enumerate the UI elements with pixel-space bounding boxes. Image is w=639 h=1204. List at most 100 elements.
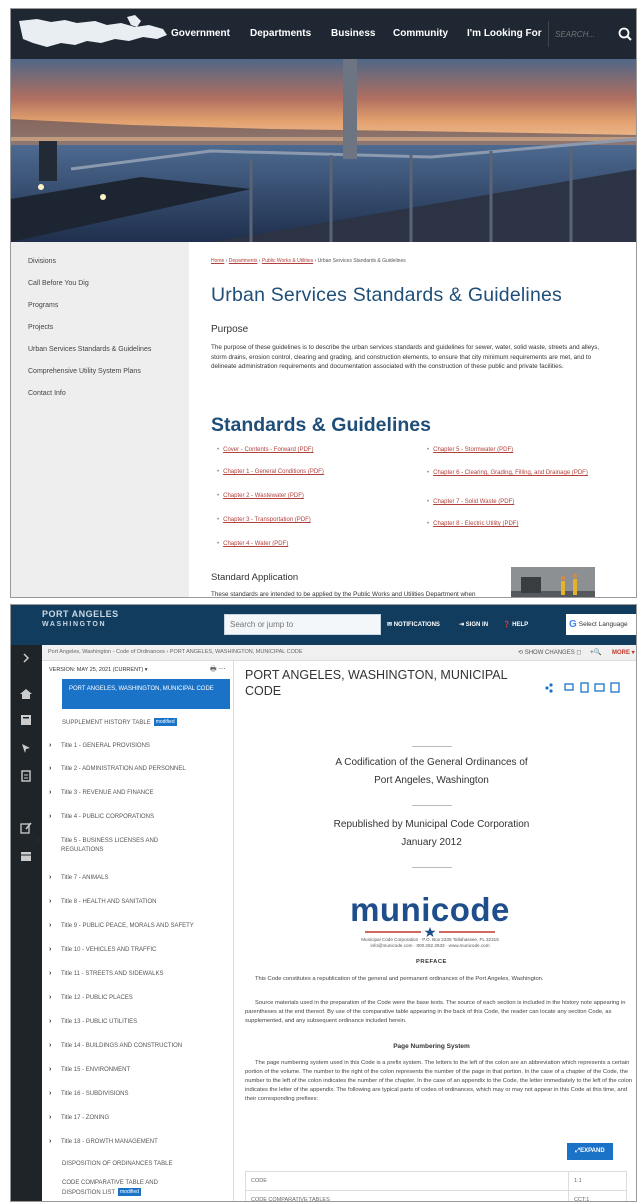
toc-item-title-11[interactable]: › Title 11 - STREETS AND SIDEWALKS bbox=[49, 969, 229, 979]
toc-item-title-13[interactable]: › Title 13 - PUBLIC UTILITIES bbox=[49, 1017, 229, 1027]
toc-item-title-5[interactable]: › Title 5 - BUSINESS LICENSES AND REGULAT… bbox=[37, 836, 179, 855]
preface-paragraph-2: Source materials used in the preparation… bbox=[245, 1000, 626, 1024]
nav-looking-for[interactable]: I'm Looking For bbox=[467, 9, 542, 59]
chevron-right-icon: › bbox=[49, 1018, 52, 1025]
home-icon[interactable] bbox=[19, 687, 33, 701]
left-icon-rail bbox=[11, 645, 42, 1201]
chevron-right-icon: › bbox=[49, 1114, 52, 1121]
toc-item-title-3[interactable]: › Title 3 - REVENUE AND FINANCE bbox=[49, 788, 229, 798]
toc-item-title-14[interactable]: › Title 14 - BUILDINGS AND CONSTRUCTION bbox=[49, 1041, 229, 1051]
table-icon[interactable] bbox=[19, 849, 33, 863]
doc-link-chapter-3[interactable]: • Chapter 3 - Transportation (PDF) bbox=[217, 517, 324, 541]
breadcrumb-bar: Port Angeles, Washington - Code of Ordin… bbox=[42, 645, 636, 661]
download-icon[interactable] bbox=[580, 682, 589, 693]
pin-icon[interactable] bbox=[19, 741, 33, 755]
sidebar-item-call-before-you-dig[interactable]: Call Before You Dig bbox=[11, 278, 189, 300]
document-icon[interactable] bbox=[19, 769, 33, 783]
toc-item-title-4[interactable]: › Title 4 - PUBLIC CORPORATIONS bbox=[49, 812, 229, 822]
chevron-right-icon: › bbox=[37, 837, 40, 844]
doc-link-chapter-7[interactable]: • Chapter 7 - Solid Waste (PDF) bbox=[427, 499, 617, 521]
share-icon[interactable] bbox=[545, 683, 553, 693]
breadcrumb-public-works[interactable]: Public Works & Utilities bbox=[262, 258, 313, 264]
more-dots-icon[interactable]: ⋯ bbox=[219, 666, 226, 673]
site-search-input[interactable] bbox=[548, 21, 614, 47]
compare-icon[interactable] bbox=[610, 682, 620, 693]
toc-item-title-8[interactable]: › Title 8 - HEALTH AND SANITATION bbox=[49, 897, 229, 907]
page-numbering-heading: Page Numbering System bbox=[393, 1043, 470, 1050]
subpage-sidebar: Divisions Call Before You Dig Programs P… bbox=[11, 242, 189, 597]
print-icon[interactable] bbox=[564, 683, 574, 691]
chevron-right-icon: › bbox=[49, 922, 52, 929]
page-title: Urban Services Standards & Guidelines bbox=[211, 284, 562, 306]
toc-item-title-9[interactable]: › Title 9 - PUBLIC PEACE, MORALS AND SAFE… bbox=[49, 921, 229, 931]
sidebar-item-projects[interactable]: Projects bbox=[11, 322, 189, 344]
breadcrumb-home[interactable]: Home bbox=[211, 258, 224, 264]
nav-business[interactable]: Business bbox=[331, 9, 375, 59]
toc-item-title-12[interactable]: › Title 12 - PUBLIC PLACES bbox=[49, 993, 229, 1003]
toc-item-title-16[interactable]: › Title 16 - SUBDIVISIONS bbox=[49, 1089, 229, 1099]
standard-application-text: These standards are intended to be appli… bbox=[211, 591, 476, 598]
version-selector[interactable]: VERSION: MAY 25, 2021 (CURRENT) ▾ bbox=[49, 667, 148, 673]
standards-heading: Standards & Guidelines bbox=[211, 414, 431, 436]
toc-item-municipal-code[interactable]: PORT ANGELES, WASHINGTON, MUNICIPAL CODE bbox=[62, 679, 230, 709]
chevron-right-icon: › bbox=[49, 898, 52, 905]
sign-in-button[interactable]: ⇥ SIGN IN bbox=[459, 619, 488, 631]
edit-icon[interactable] bbox=[19, 821, 33, 835]
show-changes-toggle[interactable]: ⟲ SHOW CHANGES ◻ bbox=[518, 649, 581, 656]
print-icon[interactable]: 🖶 bbox=[210, 666, 217, 673]
peninsula-map-logo[interactable] bbox=[17, 13, 169, 55]
toc-item-title-10[interactable]: › Title 10 - VEHICLES AND TRAFFIC bbox=[49, 945, 229, 955]
sign-in-icon: ⇥ bbox=[459, 622, 465, 628]
select-language-button[interactable]: G Select Language bbox=[566, 614, 636, 635]
toc-item-disposition-table[interactable]: DISPOSITION OF ORDINANCES TABLE bbox=[62, 1160, 242, 1169]
zoom-control[interactable]: +🔍 bbox=[590, 648, 602, 656]
chevron-right-icon: › bbox=[49, 1090, 52, 1097]
toc-toolbar: 🖶 ⋯ bbox=[210, 665, 226, 676]
toc-item-comparative-table[interactable]: CODE COMPARATIVE TABLE AND DISPOSITION L… bbox=[62, 1179, 192, 1198]
toc-item-title-1[interactable]: › Title 1 - GENERAL PROVISIONS bbox=[49, 741, 229, 751]
expand-button[interactable]: ⤢EXPAND bbox=[567, 1143, 613, 1160]
municode-screenshot: PORT ANGELES WASHINGTON ✉ NOTIFICATIONS … bbox=[10, 604, 637, 1202]
help-button[interactable]: ❓ HELP bbox=[503, 619, 528, 631]
more-menu[interactable]: MORE ▾ bbox=[612, 649, 635, 656]
sidebar-item-programs[interactable]: Programs bbox=[11, 300, 189, 322]
google-icon: G bbox=[569, 619, 577, 630]
breadcrumb-departments[interactable]: Departments bbox=[229, 258, 258, 264]
nav-departments[interactable]: Departments bbox=[250, 9, 311, 59]
toc-item-supplement-history[interactable]: SUPPLEMENT HISTORY TABLE modified bbox=[62, 718, 242, 728]
doc-link-cover[interactable]: • Cover - Contents - Forward (PDF) bbox=[217, 447, 324, 469]
nav-community[interactable]: Community bbox=[393, 9, 448, 59]
toc-item-title-15[interactable]: › Title 15 - ENVIRONMENT bbox=[49, 1065, 229, 1075]
prefix-table: CODE 1:1 CODE COMPARATIVE TABLES CCT:1 bbox=[245, 1171, 627, 1201]
sidebar-item-contact-info[interactable]: Contact Info bbox=[11, 388, 189, 410]
sidebar-item-urban-services[interactable]: Urban Services Standards & Guidelines bbox=[11, 344, 189, 366]
search-icon[interactable] bbox=[614, 21, 636, 47]
logo-state-name: WASHINGTON bbox=[42, 621, 107, 628]
nav-government[interactable]: Government bbox=[171, 9, 230, 59]
document-toolbar bbox=[545, 682, 620, 693]
code-search-input[interactable] bbox=[224, 614, 381, 635]
documents-list-left: • Cover - Contents - Forward (PDF) • Chapt… bbox=[217, 447, 324, 561]
port-angeles-logo[interactable]: PORT ANGELES WASHINGTON bbox=[42, 609, 142, 641]
book-icon[interactable] bbox=[19, 713, 33, 727]
toc-item-title-2[interactable]: › Title 2 - ADMINISTRATION AND PERSONNEL bbox=[49, 764, 229, 774]
doc-link-chapter-2[interactable]: • Chapter 2 - Wastewater (PDF) bbox=[217, 493, 324, 517]
chevron-right-icon[interactable] bbox=[19, 651, 33, 665]
notifications-button[interactable]: ✉ NOTIFICATIONS bbox=[387, 619, 440, 631]
doc-link-chapter-1[interactable]: • Chapter 1 - General Conditions (PDF) bbox=[217, 469, 324, 493]
code-breadcrumb[interactable]: Port Angeles, Washington - Code of Ordin… bbox=[48, 649, 303, 655]
zoom-icon: +🔍 bbox=[590, 649, 602, 656]
email-icon[interactable] bbox=[594, 683, 605, 692]
toc-item-title-18[interactable]: › Title 18 - GROWTH MANAGEMENT bbox=[49, 1137, 229, 1147]
toc-item-title-7[interactable]: › Title 7 - ANIMALS bbox=[49, 873, 229, 883]
doc-link-chapter-8[interactable]: • Chapter 8 - Electric Utility (PDF) bbox=[427, 521, 617, 541]
doc-link-chapter-4[interactable]: • Chapter 4 - Water (PDF) bbox=[217, 541, 324, 561]
toc-item-title-17[interactable]: › Title 17 - ZONING bbox=[49, 1113, 229, 1123]
doc-link-chapter-5[interactable]: • Chapter 5 - Stormwater (PDF) bbox=[427, 447, 617, 469]
help-icon: ❓ bbox=[503, 622, 511, 628]
doc-link-chapter-6[interactable]: • Chapter 6 - Clearing, Grading, Filling,… bbox=[427, 469, 617, 499]
main-content: Home › Departments › Public Works & Util… bbox=[211, 242, 631, 598]
sidebar-item-utility-plans[interactable]: Comprehensive Utility System Plans bbox=[11, 366, 189, 388]
logo-wordmark: municode bbox=[350, 891, 510, 928]
sidebar-item-divisions[interactable]: Divisions bbox=[11, 256, 189, 278]
